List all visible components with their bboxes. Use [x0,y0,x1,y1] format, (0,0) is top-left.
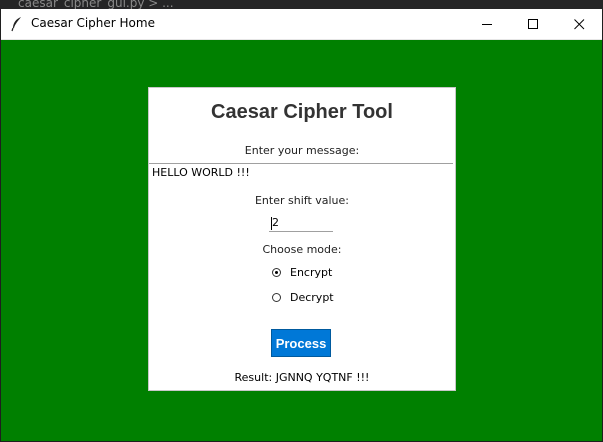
maximize-icon [527,18,539,30]
decrypt-radio[interactable]: Decrypt [272,289,334,305]
decrypt-label: Decrypt [290,290,334,304]
maximize-button[interactable] [510,9,556,39]
shift-input[interactable] [269,214,333,232]
radio-selected-icon[interactable] [272,267,281,277]
cipher-panel: Caesar Cipher Tool Enter your message: E… [148,87,456,391]
result-text: Result: JGNNQ YQTNF !!! [234,371,370,384]
radio-unselected-icon[interactable] [272,292,281,302]
app-window: Caesar Cipher Home Caesar Cipher Tool En… [1,9,602,441]
shift-label: Enter shift value: [254,194,350,207]
panel-heading: Caesar Cipher Tool [211,101,393,123]
encrypt-radio[interactable]: Encrypt [272,264,332,280]
process-button[interactable]: Process [271,329,331,357]
encrypt-label: Encrypt [290,265,333,279]
close-icon [573,18,585,30]
minimize-icon [481,19,493,30]
mode-label: Choose mode: [262,243,342,256]
window-title: Caesar Cipher Home [31,16,155,30]
minimize-button[interactable] [464,9,510,39]
feather-icon [10,16,24,32]
message-input[interactable] [149,163,453,180]
title-bar[interactable]: Caesar Cipher Home [1,9,602,40]
message-label: Enter your message: [244,144,360,157]
text-caret [271,217,272,230]
close-button[interactable] [556,9,602,39]
